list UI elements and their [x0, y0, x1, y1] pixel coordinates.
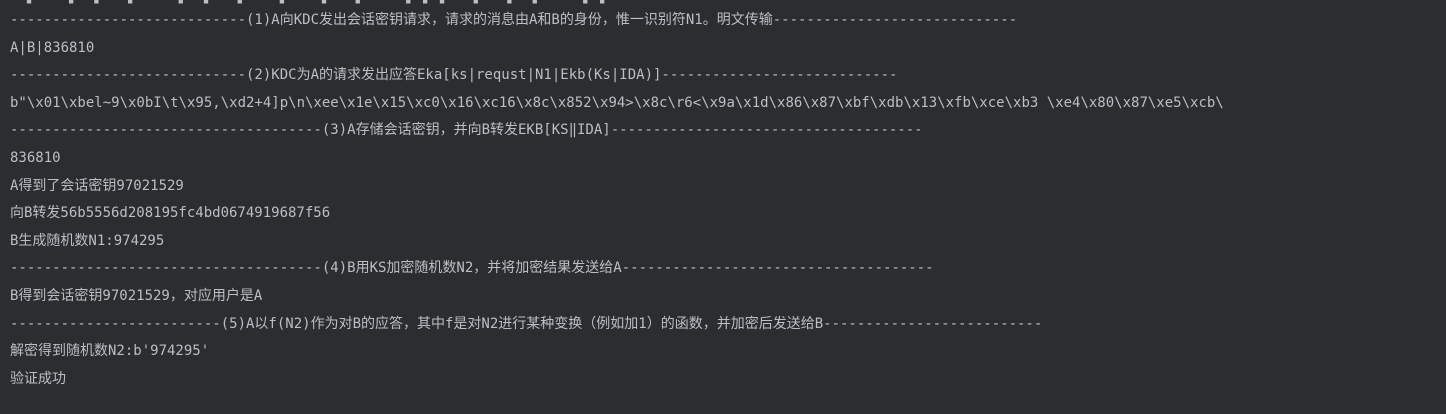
- step-5-separator: -------------------------(5)A以f(N2)作为对B的…: [10, 315, 1043, 332]
- step-1-separator: ----------------------------(1)A向KDC发出会话…: [10, 12, 1018, 28]
- console-lines: ----------------------------(1)A向KDC发出会话…: [10, 7, 1446, 393]
- clipped-previous-line: ▌ ▌ ▌ ▌ ▌ ▌ ▌ ▌ ▌ ▌ ▌ ▌ ▌ ▌ ▌ ▌ ▌ ▌: [10, 0, 609, 4]
- output-line-encrypted-bytes: b"\x01\xbel~9\x0bI\t\x95,\xd2+4]p\n\xee\…: [10, 94, 1224, 111]
- step-4-separator: -------------------------------------(4)…: [10, 260, 934, 277]
- output-line-b-session-key: B得到会话密钥97021529，对应用户是A: [10, 287, 263, 304]
- console-output[interactable]: ▌ ▌ ▌ ▌ ▌ ▌ ▌ ▌ ▌ ▌ ▌ ▌ ▌ ▌ ▌ ▌ ▌ ▌ ----…: [0, 0, 1446, 414]
- output-line-verify-success: 验证成功: [10, 370, 66, 387]
- output-line-forward: 向B转发56b5556d208195fc4bd0674919687f56: [10, 205, 331, 222]
- output-line-random-n1: B生成随机数N1:974295: [10, 232, 165, 249]
- output-line-session-key: A得到了会话密钥97021529: [10, 177, 184, 194]
- step-3-separator: -------------------------------------(3)…: [10, 122, 923, 139]
- output-line-request: A|B|836810: [10, 39, 95, 56]
- output-line-nonce: 836810: [10, 149, 61, 166]
- step-2-separator: ----------------------------(2)KDC为A的请求发…: [10, 67, 898, 84]
- output-line-decrypted-n2: 解密得到随机数N2:b'974295': [10, 343, 210, 360]
